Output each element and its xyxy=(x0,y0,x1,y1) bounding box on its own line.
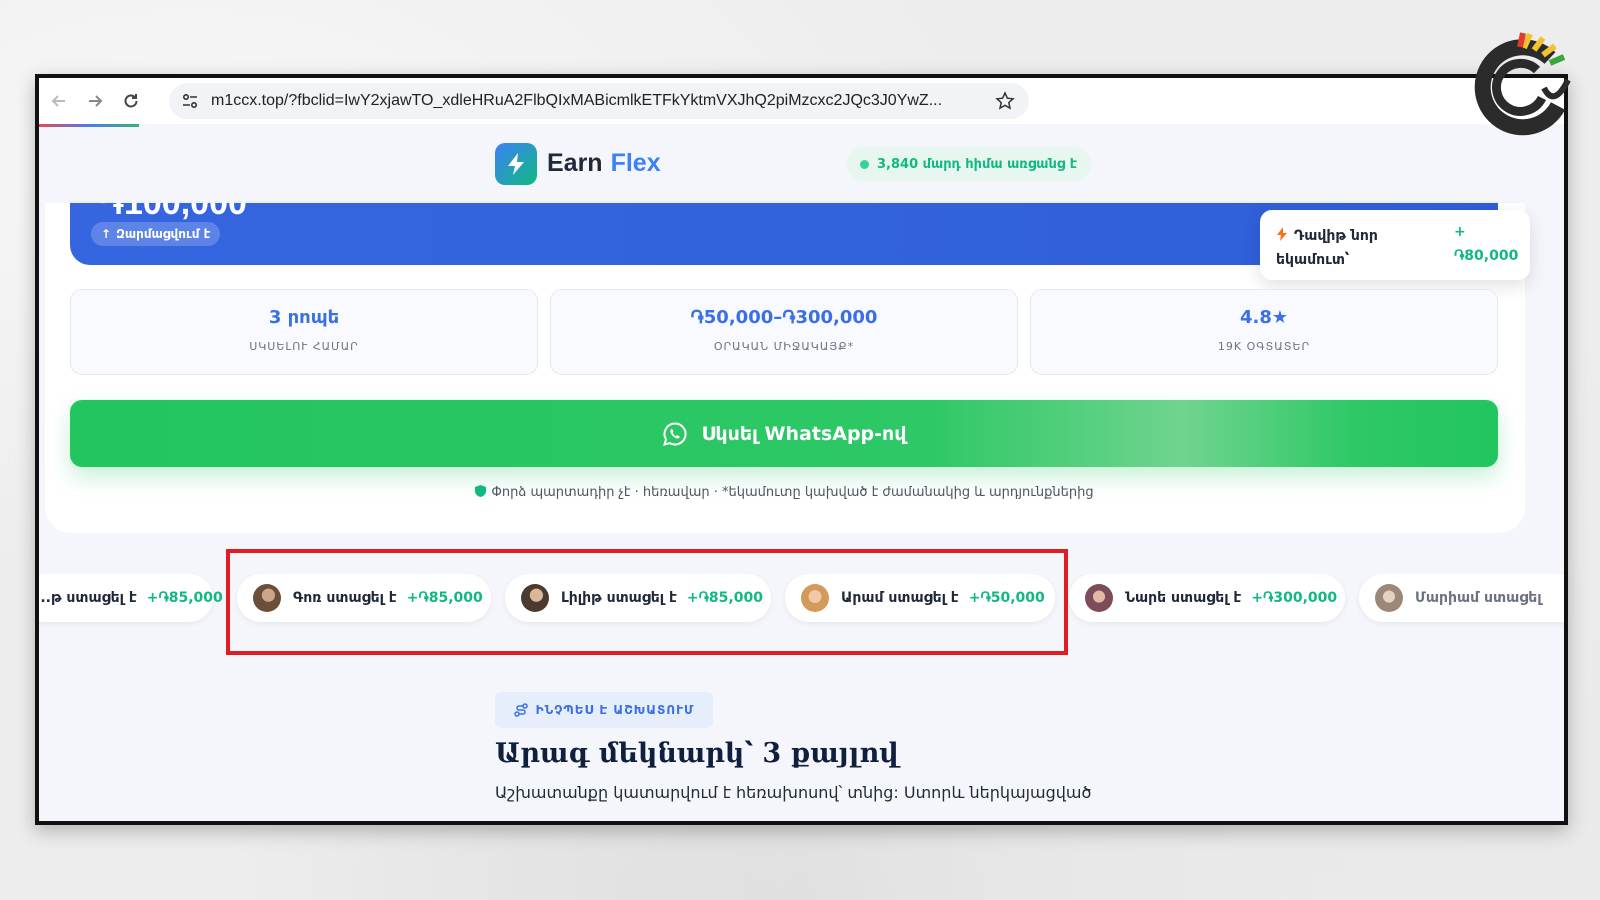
new-income-amount: ֏80,000 xyxy=(1454,248,1519,264)
payout-amount: +֏85,000 xyxy=(146,590,223,606)
arrow-up-icon: ↑ xyxy=(101,227,112,241)
brand-name-first: Earn xyxy=(547,149,603,177)
brand-name[interactable]: Earn Flex xyxy=(547,149,661,178)
stat-label: ՍԿՍԵԼՈՒ ՀԱՄԱՐ xyxy=(249,340,359,353)
url-text[interactable]: m1ccx.top/?fbclid=IwY2xjawTO_xdleHRuA2Fl… xyxy=(211,92,995,110)
online-users-text: 3,840 մարդ հիմա առցանց է xyxy=(877,156,1078,172)
site-header: Earn Flex 3,840 մարդ հիմա առցանց է xyxy=(39,127,1564,203)
section-subtitle: Աշխատանքը կատարվում է հեռախոսով՝ տնից: Ս… xyxy=(495,783,1092,802)
disclaimer-text: Փորձ պարտադիր չէ · հեռավար · *եկամուտը կ… xyxy=(39,484,1529,500)
stat-value: 3 րոպե xyxy=(268,307,340,328)
payout-amount: +֏300,000 xyxy=(1251,590,1338,606)
check-logo-watermark xyxy=(1474,32,1571,136)
stat-label: 19K ՕԳՏԱՏԵՐ xyxy=(1217,340,1311,353)
new-income-plus: + xyxy=(1454,224,1466,240)
how-it-works-pill: ԻՆՉՊԵՍ Է ԱՇԽԱՏՈՒՄ xyxy=(495,692,713,728)
browser-toolbar: m1ccx.top/?fbclid=IwY2xjawTO_xdleHRuA2Fl… xyxy=(39,78,1564,124)
stat-label: ՕՐԱԿԱՆ ՄԻՋԱԿԱՅՔ* xyxy=(713,340,855,353)
logo[interactable] xyxy=(495,143,537,185)
stats-row: 3 րոպե ՍԿՍԵԼՈՒ ՀԱՄԱՐ ֏50,000–֏300,000 ՕՐ… xyxy=(70,289,1498,375)
brand-name-second: Flex xyxy=(610,149,661,177)
payout-chip: ...թ ստացել է +֏85,000 xyxy=(35,574,223,622)
stat-rating: 4.8★ 19K ՕԳՏԱՏԵՐ xyxy=(1030,289,1498,375)
avatar xyxy=(1085,584,1113,612)
start-whatsapp-label: Սկսել WhatsApp-ով xyxy=(701,422,907,445)
new-income-label: Դավիթ նոր եկամուտ՝ xyxy=(1276,227,1378,268)
browser-window: m1ccx.top/?fbclid=IwY2xjawTO_xdleHRuA2Fl… xyxy=(35,74,1568,825)
forward-button[interactable] xyxy=(77,83,113,119)
section-title: Արագ մեկնարկ՝ 3 քայլով xyxy=(495,738,899,769)
payout-chip: Նարե ստացել է +֏300,000 xyxy=(1069,574,1345,622)
route-icon xyxy=(513,703,528,717)
reload-button[interactable] xyxy=(113,83,149,119)
stat-daily-range: ֏50,000–֏300,000 ՕՐԱԿԱՆ ՄԻՋԱԿԱՅՔ* xyxy=(550,289,1018,375)
start-whatsapp-button[interactable]: Սկսել WhatsApp-ով xyxy=(70,400,1498,467)
lightning-icon xyxy=(1277,227,1287,241)
how-it-works-label: ԻՆՉՊԵՍ Է ԱՇԽԱՏՈՒՄ xyxy=(535,703,695,717)
stat-value: 4.8★ xyxy=(1239,307,1289,328)
reload-icon xyxy=(124,94,138,108)
stat-start-time: 3 րոպե ՍԿՍԵԼՈՒ ՀԱՄԱՐ xyxy=(70,289,538,375)
whatsapp-icon xyxy=(662,421,687,446)
payout-text: Մարիամ ստացել xyxy=(1415,590,1542,606)
highlight-annotation-box xyxy=(226,549,1068,655)
new-income-toast: Դավիթ նոր եկամուտ՝ + ֏80,000 xyxy=(1260,210,1530,280)
growing-badge: ↑ Զարմացվում է xyxy=(91,222,221,246)
payout-text: Նարե ստացել է xyxy=(1125,590,1242,606)
shield-icon xyxy=(475,485,487,497)
lightning-icon xyxy=(508,153,524,175)
arrow-right-icon xyxy=(89,95,103,107)
bookmark-star-icon[interactable] xyxy=(995,91,1015,111)
address-bar[interactable]: m1ccx.top/?fbclid=IwY2xjawTO_xdleHRuA2Fl… xyxy=(169,83,1029,119)
payout-text: ...թ ստացել է xyxy=(35,590,137,606)
avatar xyxy=(1375,584,1403,612)
payout-chip: Մարիամ ստացել xyxy=(1359,574,1564,622)
growing-badge-label: Զարմացվում է xyxy=(116,227,211,241)
live-dot-icon xyxy=(860,159,869,169)
site-settings-icon[interactable] xyxy=(181,92,199,110)
online-users-badge: 3,840 մարդ հիմա առցանց է xyxy=(846,147,1092,181)
arrow-left-icon xyxy=(51,95,65,107)
back-button[interactable] xyxy=(41,83,77,119)
stat-value: ֏50,000–֏300,000 xyxy=(690,307,878,328)
